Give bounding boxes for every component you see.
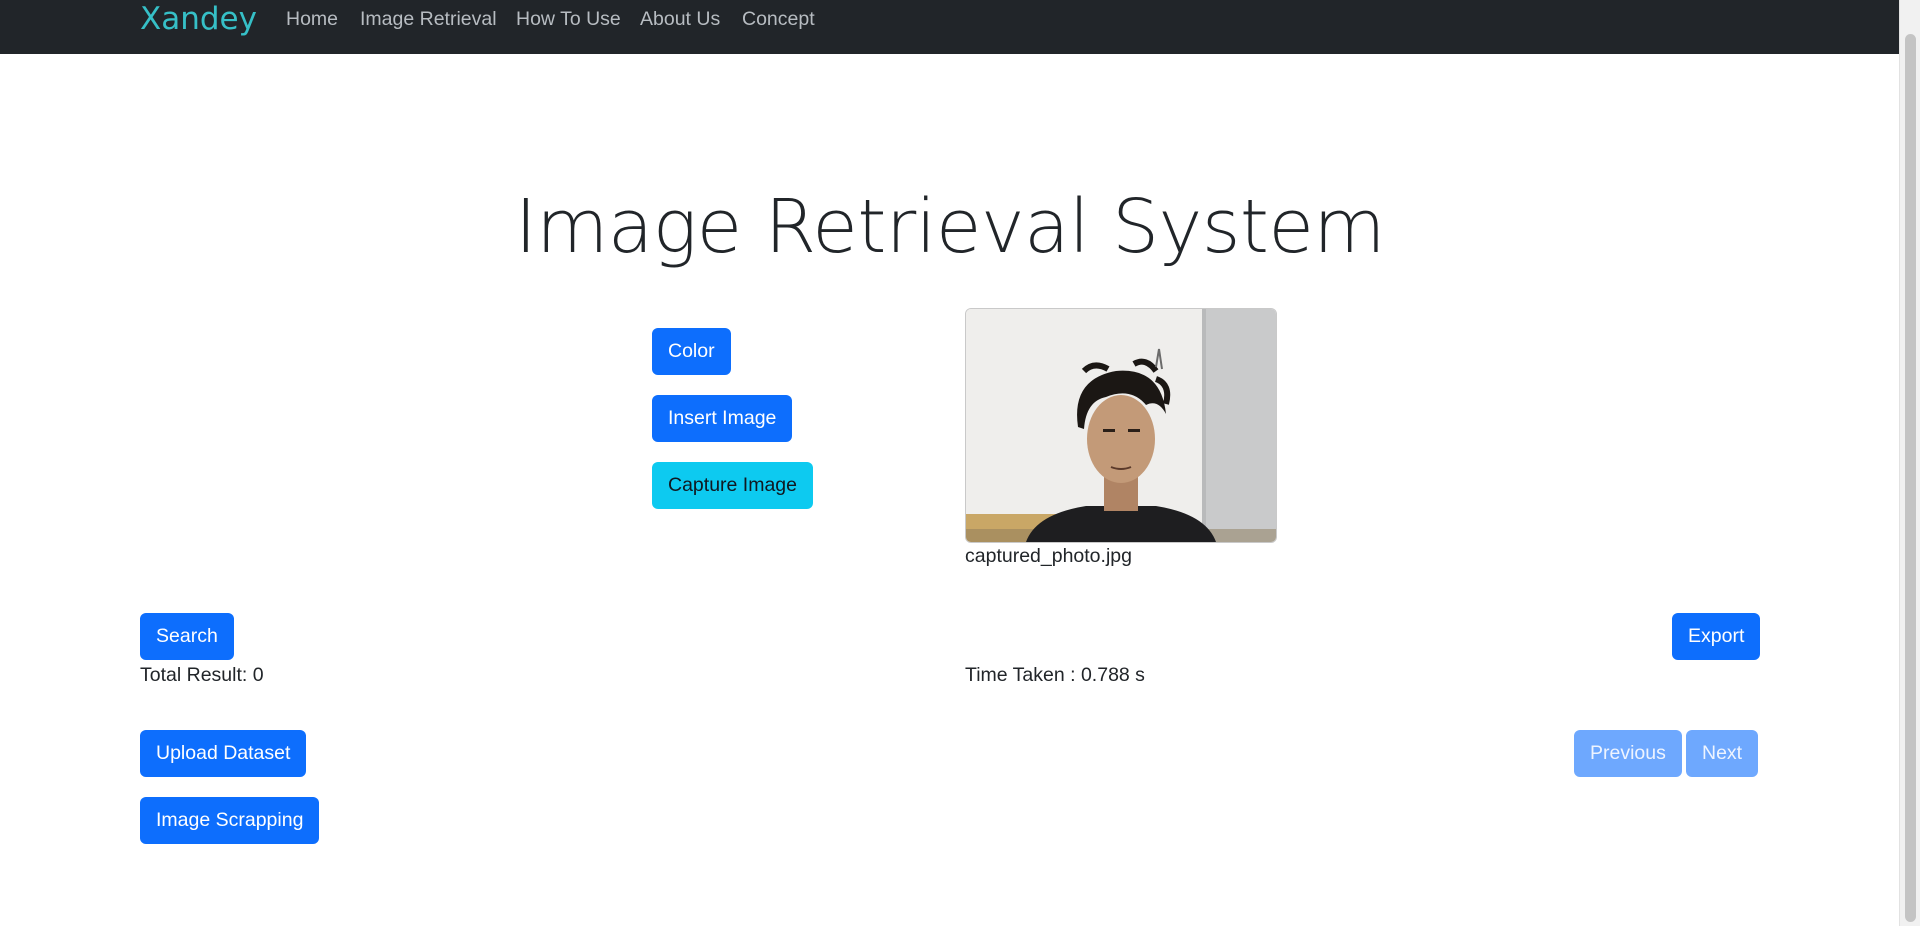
scrollbar-thumb[interactable]	[1905, 34, 1916, 922]
navbar: Xandey Home Image Retrieval How To Use A…	[0, 0, 1900, 54]
upload-dataset-button[interactable]: Upload Dataset	[140, 730, 307, 777]
nav-image-retrieval[interactable]: Image Retrieval	[360, 8, 497, 31]
capture-image-button[interactable]: Capture Image	[652, 462, 813, 509]
nav-how-to-use[interactable]: How To Use	[516, 8, 621, 31]
nav-home[interactable]: Home	[286, 8, 338, 31]
export-button[interactable]: Export	[1672, 613, 1761, 660]
previous-button[interactable]: Previous	[1574, 730, 1682, 777]
search-button[interactable]: Search	[140, 613, 234, 660]
nav-about-us[interactable]: About Us	[640, 8, 720, 31]
nav-concept[interactable]: Concept	[742, 8, 815, 31]
captured-photo-preview	[965, 308, 1277, 543]
insert-image-button[interactable]: Insert Image	[652, 395, 793, 442]
color-button[interactable]: Color	[652, 328, 731, 375]
captured-photo-image	[966, 309, 1276, 542]
vertical-scrollbar[interactable]	[1899, 0, 1920, 926]
total-result-text: Total Result: 0	[140, 664, 264, 686]
time-taken-text: Time Taken : 0.788 s	[965, 664, 1145, 686]
brand-logo[interactable]: Xandey	[140, 0, 257, 40]
page-title: Image Retrieval System	[514, 184, 1386, 270]
image-scrapping-button[interactable]: Image Scrapping	[140, 797, 320, 844]
next-button[interactable]: Next	[1686, 730, 1759, 777]
preview-filename: captured_photo.jpg	[965, 545, 1132, 567]
